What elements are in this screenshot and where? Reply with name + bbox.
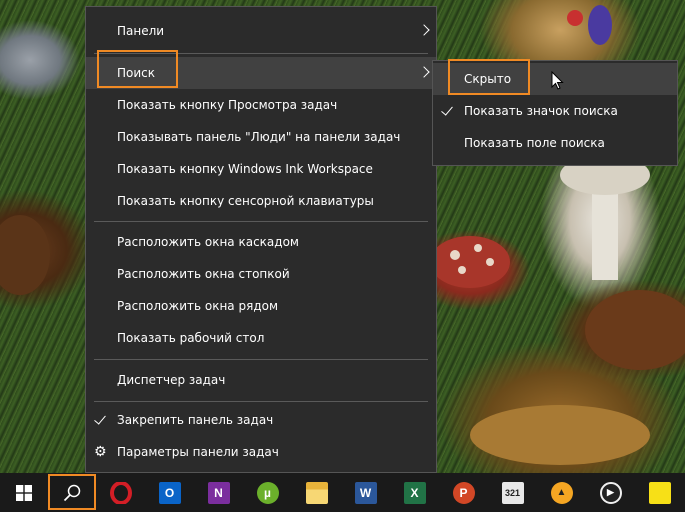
opera-icon — [109, 481, 132, 504]
outlook-icon: O — [158, 481, 181, 504]
submenu-item-show-search-box[interactable]: Показать поле поиска — [433, 127, 677, 159]
calendar-321-icon: 321 — [501, 481, 524, 504]
mouse-cursor-icon — [551, 71, 564, 90]
taskbar-app-aimp[interactable]: ▲ — [537, 473, 586, 512]
highlight-search-button — [48, 474, 96, 510]
menu-item-task-manager[interactable]: Диспетчер задач — [86, 364, 436, 396]
menu-item-people-button[interactable]: Показывать панель "Люди" на панели задач — [86, 121, 436, 153]
taskbar-app-word[interactable]: W — [341, 473, 390, 512]
menu-separator — [94, 401, 428, 402]
utorrent-icon: µ — [256, 481, 279, 504]
onenote-icon: N — [207, 481, 230, 504]
start-button[interactable] — [0, 473, 48, 512]
taskbar-app-powerpoint[interactable]: P — [439, 473, 488, 512]
taskbar-app-excel[interactable]: X — [390, 473, 439, 512]
gear-icon: ⚙ — [94, 444, 107, 460]
menu-item-touch-keyboard-button[interactable]: Показать кнопку сенсорной клавиатуры — [86, 185, 436, 217]
taskbar-app-opera[interactable] — [96, 473, 145, 512]
checkmark-icon — [94, 412, 106, 425]
aimp-icon: ▲ — [550, 481, 573, 504]
menu-separator — [94, 359, 428, 360]
menu-item-label: Скрыто — [464, 72, 512, 86]
taskbar-context-menu: Панели Поиск Показать кнопку Просмотра з… — [85, 6, 437, 473]
menu-item-label: Закрепить панель задач — [117, 413, 274, 427]
taskbar-app-outlook[interactable]: O — [145, 473, 194, 512]
sticky-notes-icon — [648, 481, 671, 504]
menu-item-lock-taskbar[interactable]: Закрепить панель задач — [86, 404, 436, 436]
powerpoint-icon: P — [452, 481, 475, 504]
checkmark-icon — [441, 103, 453, 116]
taskbar-app-sticky-notes[interactable] — [635, 473, 684, 512]
menu-item-show-desktop[interactable]: Показать рабочий стол — [86, 322, 436, 354]
taskbar-app-file-explorer[interactable] — [292, 473, 341, 512]
menu-item-label: Показать кнопку сенсорной клавиатуры — [117, 194, 374, 208]
excel-icon: X — [403, 481, 426, 504]
menu-item-label: Параметры панели задач — [117, 445, 279, 459]
menu-item-label: Поиск — [117, 66, 156, 80]
menu-separator — [94, 53, 428, 54]
menu-item-label: Показать кнопку Windows Ink Workspace — [117, 162, 373, 176]
menu-item-cascade-windows[interactable]: Расположить окна каскадом — [86, 226, 436, 258]
chevron-right-icon — [418, 24, 430, 36]
menu-item-label: Показать кнопку Просмотра задач — [117, 98, 338, 112]
menu-item-label: Панели — [117, 24, 165, 38]
menu-item-label: Диспетчер задач — [117, 373, 226, 387]
menu-item-label: Расположить окна каскадом — [117, 235, 299, 249]
menu-item-label: Показать поле поиска — [464, 136, 605, 150]
menu-item-task-view-button[interactable]: Показать кнопку Просмотра задач — [86, 89, 436, 121]
menu-item-taskbar-settings[interactable]: ⚙ Параметры панели задач — [86, 436, 436, 468]
menu-item-label: Показать рабочий стол — [117, 331, 265, 345]
menu-item-label: Расположить окна рядом — [117, 299, 279, 313]
taskbar-app-utorrent[interactable]: µ — [243, 473, 292, 512]
submenu-item-show-search-icon[interactable]: Показать значок поиска — [433, 95, 677, 127]
chevron-right-icon — [418, 66, 430, 78]
windows-start-icon — [16, 484, 32, 501]
menu-item-side-by-side[interactable]: Расположить окна рядом — [86, 290, 436, 322]
taskbar-app-onenote[interactable]: N — [194, 473, 243, 512]
menu-item-search[interactable]: Поиск — [86, 57, 436, 89]
menu-item-label: Показать значок поиска — [464, 104, 618, 118]
menu-item-stack-windows[interactable]: Расположить окна стопкой — [86, 258, 436, 290]
taskbar-app-calendar-321[interactable]: 321 — [488, 473, 537, 512]
menu-item-windows-ink-button[interactable]: Показать кнопку Windows Ink Workspace — [86, 153, 436, 185]
menu-item-label: Показывать панель "Люди" на панели задач — [117, 130, 401, 144]
taskbar-app-media-player[interactable]: ▶ — [586, 473, 635, 512]
menu-item-label: Расположить окна стопкой — [117, 267, 290, 281]
taskbar: O N µ W X P 321 ▲ ▶ — [0, 473, 685, 512]
menu-item-panels[interactable]: Панели — [86, 15, 436, 47]
menu-separator — [94, 221, 428, 222]
word-icon: W — [354, 481, 377, 504]
file-explorer-icon — [305, 481, 328, 504]
media-player-icon: ▶ — [599, 481, 622, 504]
